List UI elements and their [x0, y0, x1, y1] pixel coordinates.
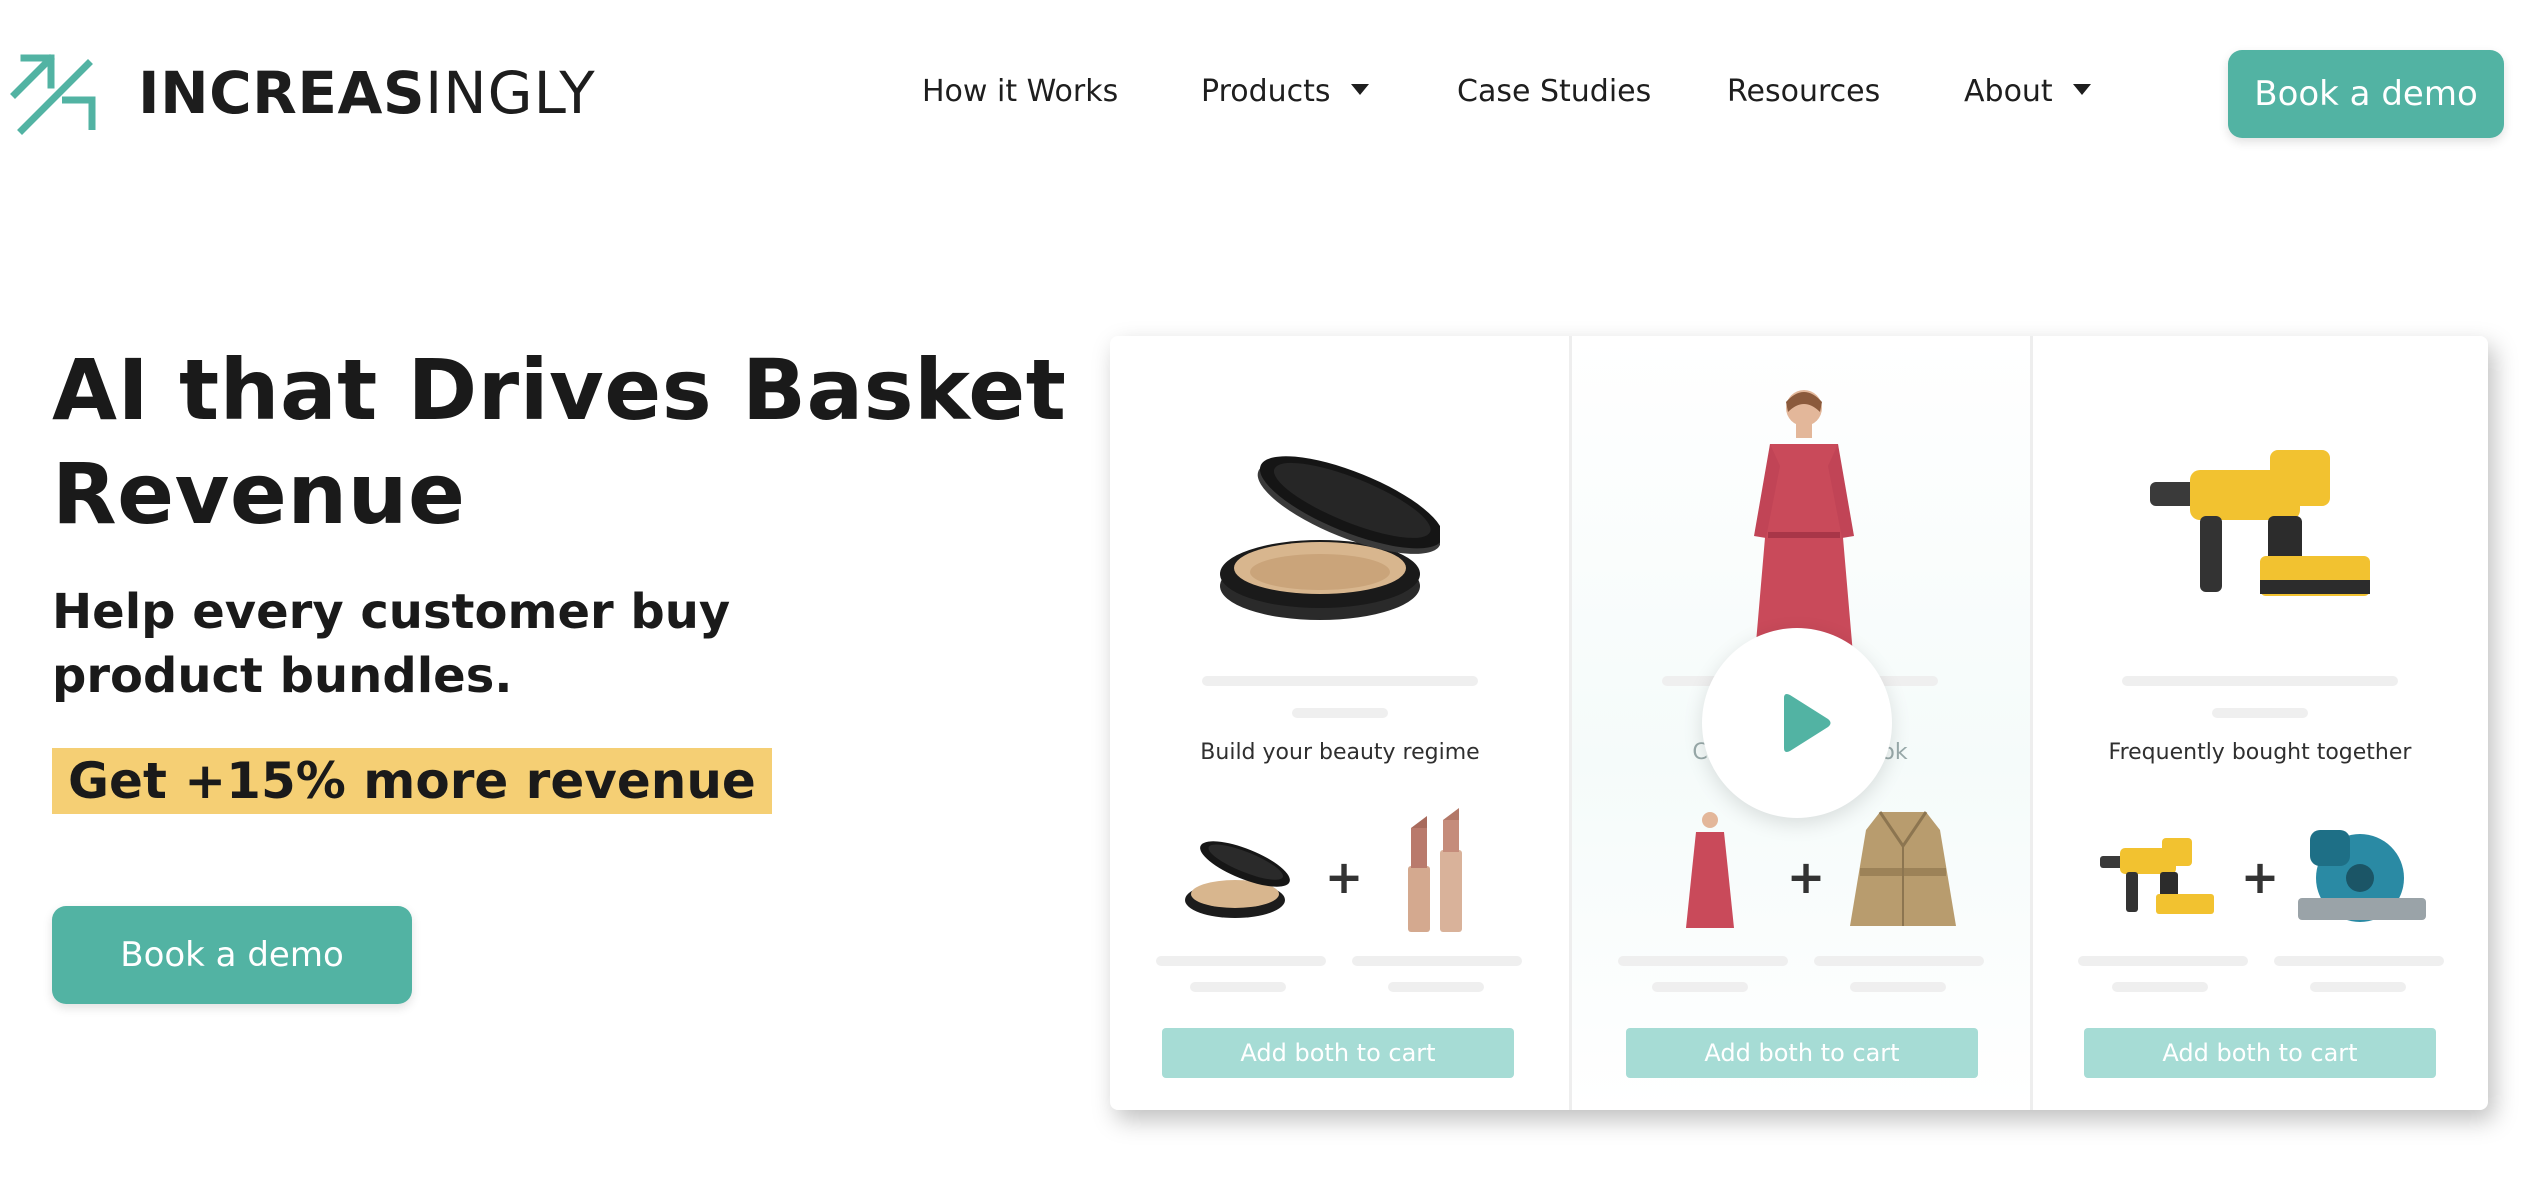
add-both-to-cart-button[interactable]: Add both to cart: [2084, 1028, 2436, 1078]
revenue-highlight: Get +15% more revenue: [52, 748, 772, 814]
hammer-drill-image: [2150, 450, 2370, 596]
text-placeholder: [2078, 956, 2248, 966]
text-placeholder: [1202, 676, 1478, 686]
book-demo-header-button[interactable]: Book a demo: [2228, 50, 2504, 138]
nav-label: Resources: [1727, 74, 1881, 109]
text-placeholder: [1190, 982, 1286, 992]
bundle-label: Build your beauty regime: [1200, 740, 1480, 765]
nav-case-studies[interactable]: Case Studies: [1457, 72, 1651, 112]
text-placeholder: [1388, 982, 1484, 992]
add-both-to-cart-button[interactable]: Add both to cart: [1162, 1028, 1514, 1078]
chevron-down-icon: [2072, 84, 2091, 95]
column-divider: [2030, 336, 2033, 1110]
text-placeholder: [2274, 956, 2444, 966]
red-dress-thumb: [1686, 812, 1734, 928]
plus-icon: +: [2240, 850, 2280, 904]
nav-label: About: [1964, 74, 2053, 109]
hero-subtitle: Help every customer buy product bundles.: [52, 584, 731, 704]
column-divider: [1569, 336, 1572, 1110]
text-placeholder: [1292, 708, 1388, 718]
text-placeholder: [1850, 982, 1946, 992]
compact-powder-image: [1220, 456, 1440, 620]
plus-icon: +: [1786, 850, 1826, 904]
brand-wordmark-bold: INCREAS: [138, 59, 426, 127]
hero-title: AI that Drives Basket Revenue: [52, 341, 1067, 543]
add-both-to-cart-button[interactable]: Add both to cart: [1626, 1028, 1978, 1078]
hammer-drill-thumb: [2100, 838, 2214, 914]
nav-resources[interactable]: Resources: [1727, 72, 1880, 112]
book-demo-hero-button[interactable]: Book a demo: [52, 906, 412, 1004]
text-placeholder: [1352, 956, 1522, 966]
chevron-down-icon: [1350, 84, 1369, 95]
play-icon: [1784, 694, 1831, 752]
nav-about[interactable]: About: [1964, 72, 2091, 112]
brand-wordmark-light: INGLY: [425, 59, 596, 127]
nav-how-it-works[interactable]: How it Works: [922, 72, 1118, 112]
text-placeholder: [1814, 956, 1984, 966]
text-placeholder: [2310, 982, 2406, 992]
text-placeholder: [1156, 956, 1326, 966]
lipstick-thumb: [1408, 808, 1462, 932]
text-placeholder: [2112, 982, 2208, 992]
video-play-button[interactable]: [1702, 628, 1892, 818]
text-placeholder: [2212, 708, 2308, 718]
brand-wordmark: INCREASINGLY: [138, 64, 596, 122]
compact-powder-thumb: [1185, 841, 1290, 918]
trench-coat-thumb: [1850, 811, 1956, 926]
nav-label: Case Studies: [1457, 74, 1652, 109]
plus-icon: +: [1324, 850, 1364, 904]
nav-label: Products: [1201, 74, 1331, 109]
text-placeholder: [2122, 676, 2398, 686]
text-placeholder: [1652, 982, 1748, 992]
text-placeholder: [1618, 956, 1788, 966]
logo-arrows-icon: [10, 54, 96, 135]
bundle-label: Frequently bought together: [2108, 740, 2412, 765]
nav-label: How it Works: [922, 74, 1119, 109]
circular-saw-thumb: [2298, 830, 2426, 922]
nav-products[interactable]: Products: [1201, 72, 1369, 112]
brand-logo[interactable]: INCREASINGLY: [10, 50, 596, 136]
